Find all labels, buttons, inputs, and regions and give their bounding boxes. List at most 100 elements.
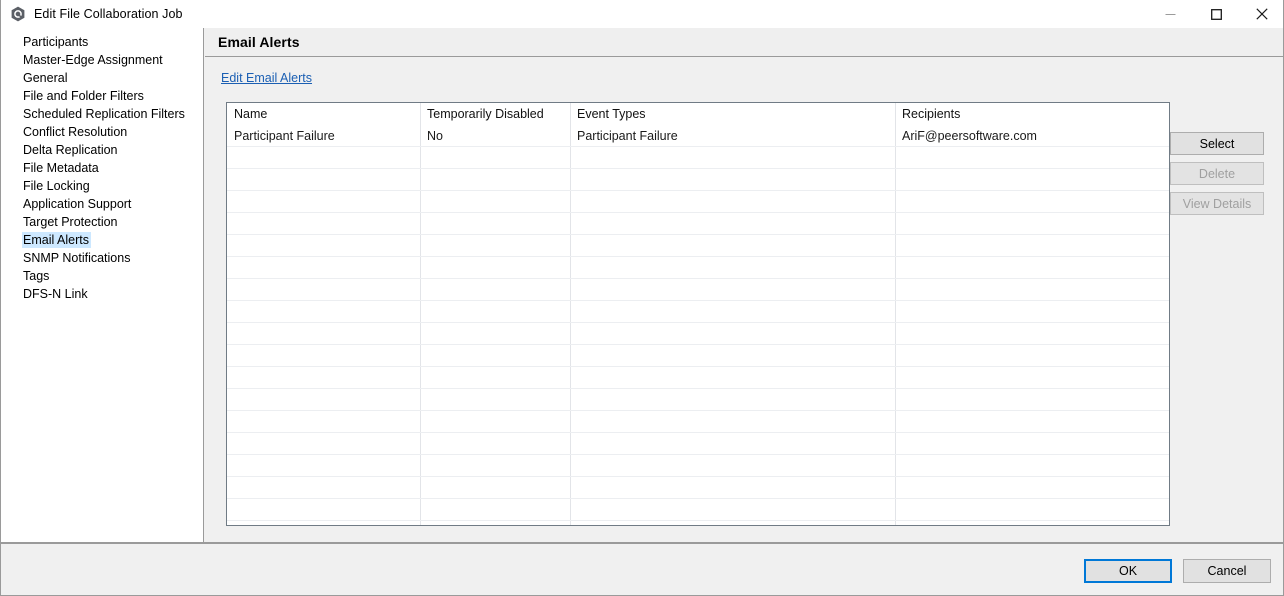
- table-row[interactable]: [227, 191, 1169, 213]
- table-row[interactable]: Participant Failure No Participant Failure…: [227, 125, 1169, 147]
- column-header-event_types: Event Types: [577, 107, 646, 121]
- column-header-name: Name: [234, 107, 268, 121]
- sidebar-item-scheduled-replication-filters[interactable]: Scheduled Replication Filters: [1, 105, 203, 123]
- select-button[interactable]: Select: [1170, 132, 1264, 155]
- table-header-row: Name Temporarily Disabled Event Types Recip…: [227, 103, 1169, 125]
- cell-name: [227, 235, 420, 257]
- sidebar-item-tags[interactable]: Tags: [1, 267, 203, 285]
- cell-event_types: Participant Failure: [577, 129, 678, 143]
- cell-temporarily_disabled: [420, 279, 570, 301]
- cell-name: [227, 213, 420, 235]
- sidebar-item-file-locking[interactable]: File Locking: [1, 177, 203, 195]
- window-title: Edit File Collaboration Job: [34, 6, 183, 21]
- cell-temporarily_disabled: [420, 345, 570, 367]
- cell-name: [227, 279, 420, 301]
- cell-name: [227, 345, 420, 367]
- table-row[interactable]: [227, 499, 1169, 521]
- table-row[interactable]: [227, 279, 1169, 301]
- cell-recipients: AriF@peersoftware.com: [902, 129, 1037, 143]
- sidebar-item-label: Email Alerts: [22, 232, 91, 248]
- cell-recipients: [895, 257, 1169, 279]
- sidebar-item-general[interactable]: General: [1, 69, 203, 87]
- sidebar-item-label: Scheduled Replication Filters: [23, 107, 185, 121]
- edit-file-collaboration-job-dialog: Edit File Collaboration Job Participants: [0, 0, 1284, 596]
- cell-event_types: [570, 499, 895, 521]
- sidebar-item-label: SNMP Notifications: [23, 251, 131, 265]
- table-row[interactable]: [227, 169, 1169, 191]
- ok-button[interactable]: OK: [1084, 559, 1172, 583]
- close-button[interactable]: [1239, 0, 1283, 28]
- cell-name: [227, 389, 420, 411]
- table-row[interactable]: [227, 301, 1169, 323]
- settings-sidebar[interactable]: Participants Master-Edge Assignment Genera…: [1, 28, 204, 542]
- table-row[interactable]: [227, 411, 1169, 433]
- email-alerts-table[interactable]: Name Temporarily Disabled Event Types Recip…: [226, 102, 1170, 526]
- cell-recipients: [895, 279, 1169, 301]
- sidebar-item-delta-replication[interactable]: Delta Replication: [1, 141, 203, 159]
- table-row[interactable]: [227, 367, 1169, 389]
- sidebar-item-email-alerts[interactable]: Email Alerts: [1, 231, 203, 249]
- edit-email-alerts-link[interactable]: Edit Email Alerts: [221, 71, 312, 85]
- sidebar-item-snmp-notifications[interactable]: SNMP Notifications: [1, 249, 203, 267]
- sidebar-item-file-and-folder-filters[interactable]: File and Folder Filters: [1, 87, 203, 105]
- table-row[interactable]: [227, 477, 1169, 499]
- sidebar-item-label: DFS-N Link: [23, 287, 88, 301]
- cell-name: Participant Failure: [234, 129, 335, 143]
- cell-event_types: [570, 279, 895, 301]
- content-panel: Email Alerts Edit Email Alerts Name Tempo…: [205, 28, 1283, 542]
- table-row[interactable]: [227, 433, 1169, 455]
- cell-recipients: [895, 235, 1169, 257]
- sidebar-item-participants[interactable]: Participants: [1, 33, 203, 51]
- cell-recipients: [895, 433, 1169, 455]
- table-row[interactable]: [227, 345, 1169, 367]
- minimize-icon: [1165, 13, 1175, 15]
- cell-temporarily_disabled: [420, 411, 570, 433]
- cell-event_types: [570, 433, 895, 455]
- cell-temporarily_disabled: [420, 499, 570, 521]
- minimize-button[interactable]: [1147, 0, 1193, 28]
- sidebar-item-label: Application Support: [23, 197, 132, 211]
- table-row[interactable]: [227, 389, 1169, 411]
- table-row[interactable]: [227, 147, 1169, 169]
- cell-temporarily_disabled: [420, 257, 570, 279]
- column-header-recipients: Recipients: [902, 107, 961, 121]
- cell-temporarily_disabled: [420, 367, 570, 389]
- sidebar-item-label: File Locking: [23, 179, 90, 193]
- cell-recipients: [895, 367, 1169, 389]
- cell-temporarily_disabled: [420, 191, 570, 213]
- cell-temporarily_disabled: No: [427, 129, 443, 143]
- cell-temporarily_disabled: [420, 455, 570, 477]
- cancel-button[interactable]: Cancel: [1183, 559, 1271, 583]
- table-row[interactable]: [227, 213, 1169, 235]
- cell-name: [227, 455, 420, 477]
- sidebar-item-application-support[interactable]: Application Support: [1, 195, 203, 213]
- app-hexagon-icon: [11, 6, 25, 21]
- sidebar-item-label: File and Folder Filters: [23, 89, 144, 103]
- sidebar-item-label: File Metadata: [23, 161, 99, 175]
- cell-event_types: [570, 147, 895, 169]
- table-row[interactable]: [227, 455, 1169, 477]
- table-row[interactable]: [227, 235, 1169, 257]
- delete-button: Delete: [1170, 162, 1264, 185]
- table-row[interactable]: [227, 257, 1169, 279]
- sidebar-item-conflict-resolution[interactable]: Conflict Resolution: [1, 123, 203, 141]
- cell-name: [227, 147, 420, 169]
- cell-event_types: [570, 455, 895, 477]
- sidebar-item-label: Conflict Resolution: [23, 125, 128, 139]
- maximize-button[interactable]: [1193, 0, 1239, 28]
- view-details-button: View Details: [1170, 192, 1264, 215]
- cell-recipients: [895, 411, 1169, 433]
- sidebar-item-target-protection[interactable]: Target Protection: [1, 213, 203, 231]
- cell-recipients: [895, 455, 1169, 477]
- sidebar-item-label: Tags: [23, 269, 50, 283]
- sidebar-item-dfs-n-link[interactable]: DFS-N Link: [1, 285, 203, 303]
- cell-recipients: [895, 191, 1169, 213]
- cell-temporarily_disabled: [420, 301, 570, 323]
- cell-event_types: [570, 345, 895, 367]
- cell-name: [227, 191, 420, 213]
- table-row[interactable]: [227, 323, 1169, 345]
- sidebar-item-label: General: [23, 71, 68, 85]
- cell-temporarily_disabled: [420, 235, 570, 257]
- sidebar-item-master-edge-assignment[interactable]: Master-Edge Assignment: [1, 51, 203, 69]
- sidebar-item-file-metadata[interactable]: File Metadata: [1, 159, 203, 177]
